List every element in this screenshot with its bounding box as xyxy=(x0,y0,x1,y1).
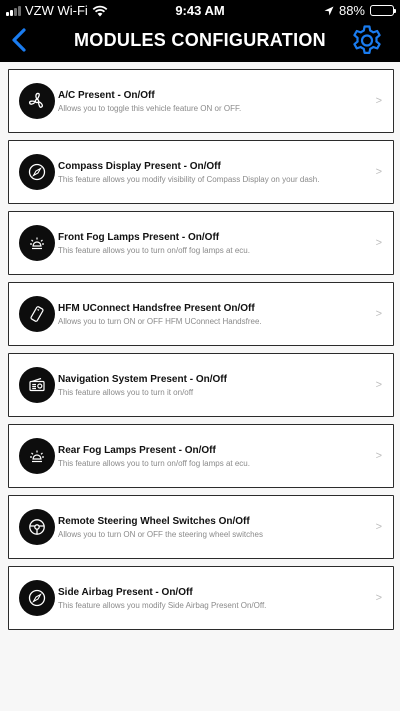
module-description: This feature allows you to turn on/off f… xyxy=(58,459,250,468)
chevron-right-icon: > xyxy=(375,237,382,249)
module-title: Front Fog Lamps Present - On/Off xyxy=(58,232,220,243)
battery-percent: 88% xyxy=(338,3,365,18)
module-description: This feature allows you modify visibilit… xyxy=(58,175,320,184)
chevron-right-icon: > xyxy=(375,379,382,391)
list-item-steering-wheel-switches[interactable]: Remote Steering Wheel Switches On/Off Al… xyxy=(8,495,394,559)
chevron-right-icon: > xyxy=(375,308,382,320)
chevron-right-icon: > xyxy=(375,95,382,107)
settings-button[interactable] xyxy=(350,23,384,57)
chevron-right-icon: > xyxy=(375,450,382,462)
module-description: This feature allows you modify Side Airb… xyxy=(58,601,267,610)
list-item-compass[interactable]: Compass Display Present - On/Off This fe… xyxy=(8,140,394,204)
module-description: This feature allows you to turn it on/of… xyxy=(58,388,194,397)
module-title: A/C Present - On/Off xyxy=(58,90,155,101)
compass-icon xyxy=(19,580,55,616)
chevron-right-icon: > xyxy=(375,521,382,533)
module-description: Allows you to turn ON or OFF the steerin… xyxy=(58,530,263,539)
steering-wheel-icon xyxy=(19,509,55,545)
list-item-side-airbag[interactable]: Side Airbag Present - On/Off This featur… xyxy=(8,566,394,630)
radio-icon xyxy=(19,367,55,403)
list-item-hfm-uconnect[interactable]: HFM UConnect Handsfree Present On/Off Al… xyxy=(8,282,394,346)
module-title: HFM UConnect Handsfree Present On/Off xyxy=(58,303,255,314)
module-description: This feature allows you to turn on/off f… xyxy=(58,246,250,255)
status-bar: VZW Wi-Fi 9:43 AM 88% xyxy=(0,0,400,20)
phone-icon xyxy=(19,296,55,332)
status-right: 88% xyxy=(324,3,396,18)
module-description: Allows you to turn ON or OFF HFM UConnec… xyxy=(58,317,262,326)
chevron-right-icon: > xyxy=(375,592,382,604)
page-title: MODULES CONFIGURATION xyxy=(74,30,326,50)
list-item-navigation-system[interactable]: Navigation System Present - On/Off This … xyxy=(8,353,394,417)
fog-lamp-icon xyxy=(19,438,55,474)
top-bar: VZW Wi-Fi 9:43 AM 88% MODULES CONFIGURAT… xyxy=(0,0,400,62)
compass-icon xyxy=(19,154,55,190)
list-item-ac[interactable]: A/C Present - On/Off Allows you to toggl… xyxy=(8,69,394,133)
list-item-front-fog-lamps[interactable]: Front Fog Lamps Present - On/Off This fe… xyxy=(8,211,394,275)
fog-lamp-icon xyxy=(19,225,55,261)
chevron-right-icon: > xyxy=(375,166,382,178)
module-title: Rear Fog Lamps Present - On/Off xyxy=(58,445,216,456)
fan-icon xyxy=(19,83,55,119)
location-arrow-icon xyxy=(324,6,334,15)
module-title: Side Airbag Present - On/Off xyxy=(58,587,193,598)
module-title: Navigation System Present - On/Off xyxy=(58,374,227,385)
module-description: Allows you to toggle this vehicle featur… xyxy=(58,104,242,113)
battery-icon xyxy=(370,5,396,16)
gear-icon xyxy=(353,25,381,54)
list-item-rear-fog-lamps[interactable]: Rear Fog Lamps Present - On/Off This fea… xyxy=(8,424,394,488)
module-title: Remote Steering Wheel Switches On/Off xyxy=(58,516,250,527)
modules-list: A/C Present - On/Off Allows you to toggl… xyxy=(8,69,394,637)
nav-bar: MODULES CONFIGURATION xyxy=(0,20,400,62)
module-title: Compass Display Present - On/Off xyxy=(58,161,221,172)
